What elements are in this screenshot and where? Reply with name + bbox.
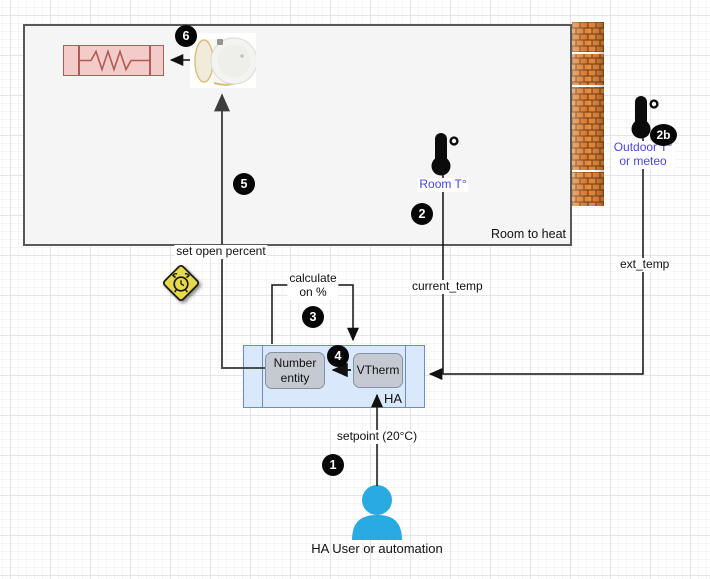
person-icon	[351, 484, 403, 540]
thermometer-icon	[429, 132, 459, 176]
outdoor-temp-line2: or meteo	[619, 154, 666, 168]
vtherm-node: VTherm	[353, 353, 403, 388]
brick-wall	[572, 22, 604, 206]
ha-label: HA	[384, 391, 402, 406]
calculate-label: calculate on %	[287, 272, 338, 300]
calculate-line2: on %	[299, 285, 326, 299]
resistor-icon	[64, 46, 163, 75]
step-badge-4: 4	[327, 345, 349, 367]
step-badge-1: 1	[322, 454, 344, 476]
number-entity-line2: entity	[281, 371, 310, 385]
calculate-line1: calculate	[289, 271, 336, 285]
ha-side-bar	[262, 346, 263, 407]
diagram-canvas: Room to heat Heater TRV	[0, 0, 710, 579]
trv-valve-icon	[190, 33, 256, 88]
vtherm-label: VTherm	[357, 363, 400, 377]
room-temp-label: Room T°	[417, 178, 468, 192]
current-temp-label: current_temp	[410, 280, 485, 294]
step-badge-5: 5	[233, 173, 255, 195]
number-entity-line1: Number	[274, 356, 317, 370]
step-badge-2b: 2b	[650, 124, 677, 146]
room-to-heat-label: Room to heat	[491, 227, 566, 241]
alarm-clock-sign-icon	[158, 260, 204, 306]
number-entity-node: Number entity	[265, 352, 325, 389]
step-badge-3: 3	[302, 306, 324, 328]
step-badge-2: 2	[411, 203, 433, 225]
heater-box	[63, 45, 164, 76]
ha-side-bar	[405, 346, 406, 407]
step-badge-6: 6	[175, 25, 197, 47]
set-open-percent-label: set open percent	[174, 245, 267, 259]
setpoint-label: setpoint (20°C)	[335, 430, 419, 444]
ext-temp-label: ext_temp	[618, 258, 671, 272]
